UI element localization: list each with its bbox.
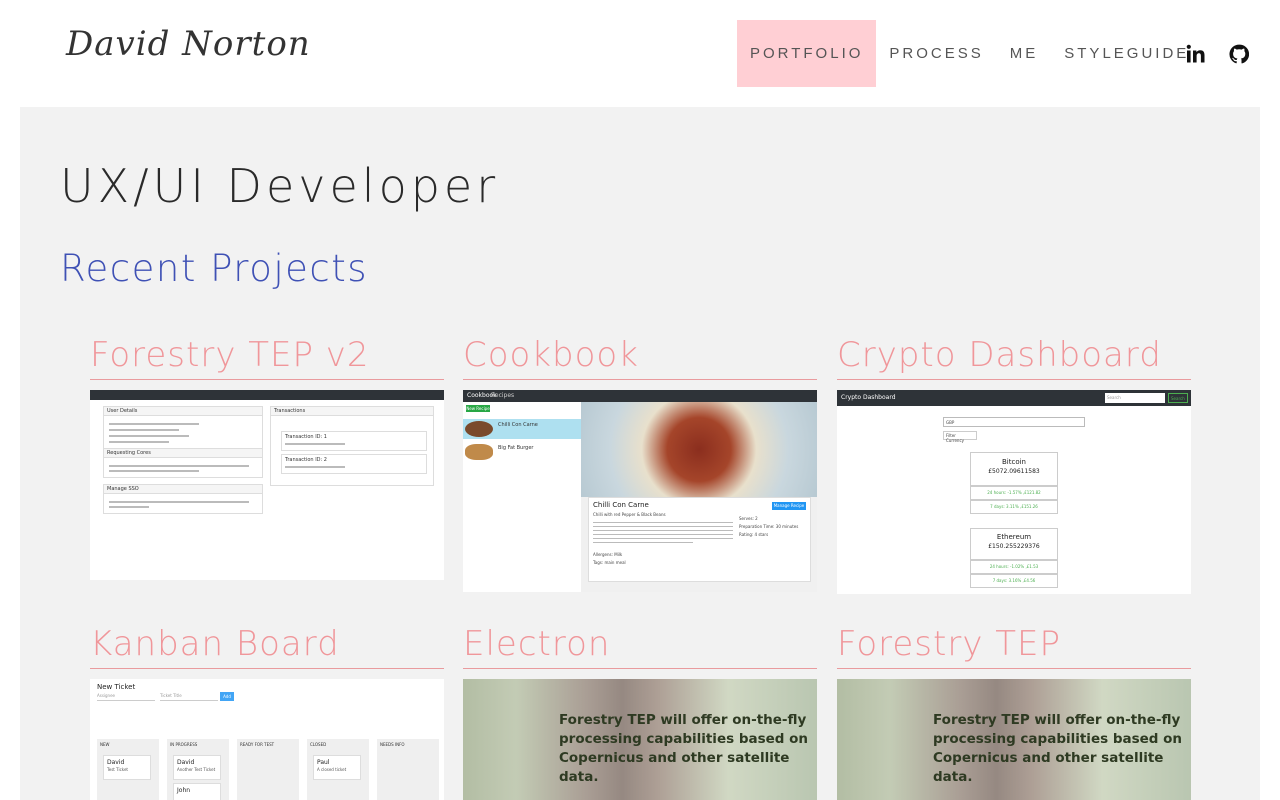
mini-ticket-card: David Test Ticket <box>103 755 151 780</box>
mini-coin-name: Ethereum <box>996 533 1032 541</box>
mini-ticket-name: David <box>177 759 195 766</box>
mini-coin-change-24h: 24 hours: -1.02% ,£1.53 <box>970 560 1058 574</box>
project-card-forestry-tep[interactable]: Forestry TEP Forestry TEP will offer on-… <box>837 624 1191 800</box>
mini-new-ticket-heading: New Ticket <box>97 683 136 691</box>
mini-prep: Preparation Time: 30 minutes <box>739 524 799 529</box>
mini-coin-card: Ethereum £150.255229376 <box>970 528 1058 560</box>
forest-tagline: Forestry TEP will offer on-the-fly proce… <box>559 712 809 785</box>
mini-allergens: Allergens: Milk <box>593 552 623 557</box>
project-card-electron[interactable]: Electron Forestry TEP will offer on-the-… <box>463 624 817 800</box>
project-card-cookbook[interactable]: Cookbook Cookbook Recipes New Recipe Chi… <box>463 335 817 592</box>
mini-column-title: IN PROGRESS <box>170 742 198 747</box>
site-header: David Norton PORTFOLIO PROCESS ME STYLEG… <box>0 0 1280 107</box>
mini-recipe-list: New Recipe Chilli Con Carne Big Fat Burg… <box>463 402 581 592</box>
mini-navbar <box>90 390 444 400</box>
main-nav: PORTFOLIO PROCESS ME STYLEGUIDE <box>737 20 1202 87</box>
project-screenshot[interactable]: Forestry TEP will offer on-the-fly proce… <box>463 679 817 800</box>
mini-rating: Rating: 4 stars <box>739 532 769 537</box>
mini-recipe-detail: Chilli Con Carne Manage Recipe Chilli wi… <box>588 497 811 582</box>
mini-column-title: NEEDS INFO <box>380 742 405 747</box>
mini-recipe-image <box>581 402 817 497</box>
role-title: UX/UI Developer <box>60 159 500 213</box>
mini-app-name: Crypto Dashboard <box>841 394 896 401</box>
mini-ticket-text: Test Ticket <box>107 767 128 772</box>
mini-panel-title: User Details <box>107 408 138 414</box>
site-logo[interactable]: David Norton <box>66 24 311 64</box>
mini-kanban-column: READY FOR TEST <box>237 739 299 800</box>
mini-recipe-title: Chilli Con Carne <box>593 501 649 509</box>
project-title[interactable]: Forestry TEP <box>837 624 1191 669</box>
mini-panel-title: Requesting Cores <box>107 450 151 456</box>
mini-ticket-card: David Another Test Ticket <box>173 755 221 780</box>
mini-filter-select: Filter Currency <box>943 431 977 443</box>
mini-recipe-item: Big Fat Burger <box>463 442 581 462</box>
project-title[interactable]: Crypto Dashboard <box>837 335 1191 380</box>
linkedin-icon[interactable] <box>1186 44 1206 64</box>
recent-projects-heading: Recent Projects <box>60 247 369 290</box>
mini-coin-change-7d: 7 days: 3.16% ,£4.56 <box>970 574 1058 588</box>
mini-panel-title: Manage SSO <box>107 486 139 492</box>
project-title[interactable]: Cookbook <box>463 335 817 380</box>
mini-manage-button: Manage Recipe <box>772 502 806 510</box>
mini-recipe-subtitle: Chilli with red Pepper & Black Beans <box>593 512 666 517</box>
mini-ticket-card: Paul A closed ticket <box>313 755 361 780</box>
project-card-crypto-dashboard[interactable]: Crypto Dashboard Crypto Dashboard Search… <box>837 335 1191 594</box>
project-title[interactable]: Forestry TEP v2 <box>90 335 444 380</box>
project-screenshot[interactable]: Crypto Dashboard Search Search GBP Filte… <box>837 390 1191 594</box>
mini-kanban-column: NEEDS INFO <box>377 739 439 800</box>
mini-column-title: CLOSED <box>310 742 327 747</box>
mini-transaction: Transaction ID: 2 <box>285 457 327 463</box>
mini-add-button: Add <box>220 692 234 701</box>
mini-recipe-item-active: Chilli Con Carne <box>463 419 581 439</box>
nav-item-styleguide[interactable]: STYLEGUIDE <box>1051 20 1202 87</box>
project-title[interactable]: Kanban Board <box>90 624 444 669</box>
mini-title-input: Ticket Title <box>160 693 218 701</box>
nav-item-me[interactable]: ME <box>997 20 1052 87</box>
mini-coin-price: £150.255229376 <box>988 543 1040 550</box>
mini-tags: Tags: main meal <box>593 560 626 565</box>
mini-assignee-input: Assignee <box>97 693 155 701</box>
portfolio-main: UX/UI Developer Recent Projects Forestry… <box>20 107 1260 800</box>
mini-coin-change-24h: 24 hours: -1.57% ,£121.82 <box>970 486 1058 500</box>
github-icon[interactable] <box>1229 44 1249 64</box>
mini-ticket-name: Paul <box>317 759 330 766</box>
mini-coin-card: Bitcoin £5072.09611583 <box>970 452 1058 486</box>
nav-item-process[interactable]: PROCESS <box>876 20 996 87</box>
mini-recipe-name: Big Fat Burger <box>498 445 534 451</box>
mini-nav-recipes: Recipes <box>491 392 515 399</box>
mini-currency-select: GBP <box>943 417 1085 427</box>
mini-ticket-card: John <box>173 783 221 800</box>
nav-item-portfolio[interactable]: PORTFOLIO <box>737 20 877 87</box>
mini-panel-title: Transactions <box>274 408 306 414</box>
mini-coin-change-7d: 7 days: 3.11% ,£151.26 <box>970 500 1058 514</box>
mini-ticket-name: David <box>107 759 125 766</box>
mini-ticket-text: A closed ticket <box>317 767 347 772</box>
project-card-forestry-tep-v2[interactable]: Forestry TEP v2 User Details Transaction… <box>90 335 444 580</box>
project-screenshot[interactable]: Cookbook Recipes New Recipe Chilli Con C… <box>463 390 817 592</box>
forest-tagline: Forestry TEP will offer on-the-fly proce… <box>933 712 1183 785</box>
project-screenshot[interactable]: New Ticket Assignee Ticket Title Add NEW… <box>90 679 444 800</box>
mini-column-title: READY FOR TEST <box>240 742 275 747</box>
mini-ticket-name: John <box>177 787 191 794</box>
mini-coin-price: £5072.09611583 <box>988 468 1040 475</box>
project-screenshot[interactable]: Forestry TEP will offer on-the-fly proce… <box>837 679 1191 800</box>
mini-search-button: Search <box>1168 393 1188 403</box>
mini-transaction: Transaction ID: 1 <box>285 434 327 440</box>
mini-new-recipe-button: New Recipe <box>466 405 490 412</box>
mini-serves: Serves: 2 <box>739 516 758 521</box>
mini-panel-manage-sso: Manage SSO <box>103 484 263 514</box>
mini-panel-transactions: Transactions Transaction ID: 1 Transacti… <box>270 406 434 486</box>
mini-navbar <box>463 390 817 402</box>
mini-ticket-text: Another Test Ticket <box>177 767 216 772</box>
mini-coin-name: Bitcoin <box>1001 458 1026 466</box>
project-card-kanban-board[interactable]: Kanban Board New Ticket Assignee Ticket … <box>90 624 444 800</box>
mini-search-input: Search <box>1105 393 1165 403</box>
mini-column-title: NEW <box>100 742 110 747</box>
mini-recipe-name: Chilli Con Carne <box>498 422 538 428</box>
project-screenshot[interactable]: User Details Transactions Transaction ID… <box>90 390 444 580</box>
project-title[interactable]: Electron <box>463 624 817 669</box>
mini-panel-requesting-cores: Requesting Cores <box>103 448 263 478</box>
